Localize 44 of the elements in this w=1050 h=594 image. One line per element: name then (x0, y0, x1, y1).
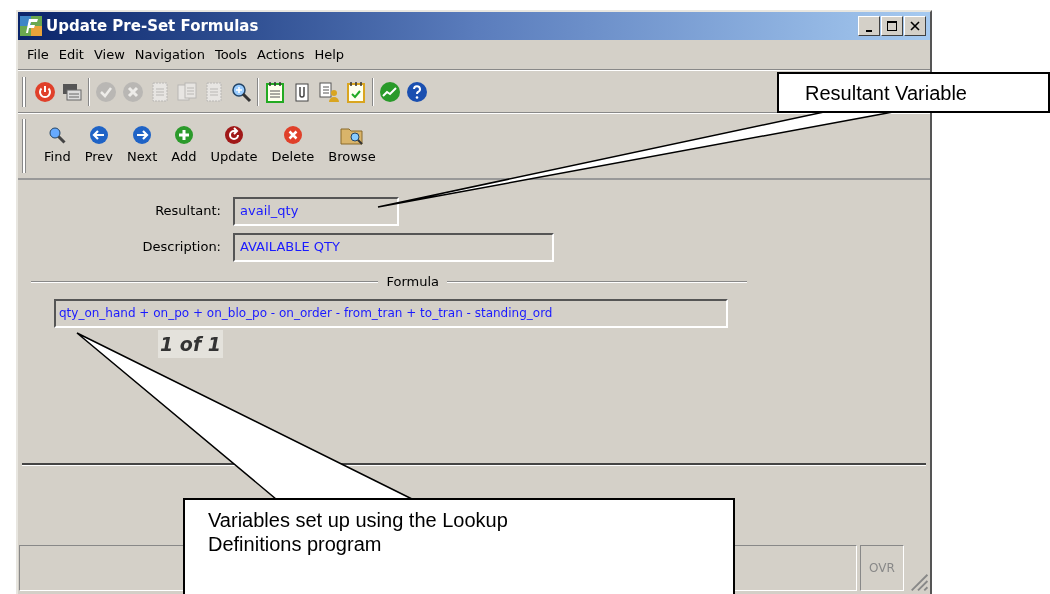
text-field[interactable]: AVAILABLE QTY (233, 232, 554, 262)
app-logo-icon (20, 16, 42, 36)
field-label: Description: (141, 238, 222, 257)
close-button[interactable] (904, 16, 926, 36)
toolbar-button[interactable]: Add (171, 125, 197, 167)
maximize-icon (887, 21, 897, 31)
toolbar-button[interactable]: Prev (84, 125, 113, 167)
status-indicator: OVR (860, 545, 904, 591)
section-heading: Formula (385, 273, 440, 291)
toolbar-button[interactable]: Browse (328, 125, 376, 167)
help-icon[interactable] (406, 80, 428, 103)
delete-icon (282, 125, 303, 146)
menu-item[interactable]: File (22, 44, 54, 65)
menu-item[interactable]: Help (309, 44, 350, 65)
toolbar-button[interactable]: Next (127, 125, 158, 167)
menu-item[interactable]: View (88, 44, 130, 65)
minimize-button[interactable] (858, 16, 880, 36)
calendar-icon[interactable] (345, 80, 367, 103)
notepad-icon[interactable] (264, 80, 286, 103)
minimize-icon (866, 29, 872, 32)
close-icon (910, 21, 920, 31)
search-icon (47, 125, 68, 146)
power-icon[interactable] (34, 80, 56, 103)
toolbar-button[interactable]: Update (210, 125, 258, 167)
folder-search-icon (339, 125, 364, 146)
zoom-icon[interactable] (230, 80, 252, 103)
callout-box: Resultant Variable (777, 72, 1050, 113)
menu-item[interactable]: Tools (209, 44, 252, 65)
plus-icon (173, 125, 194, 146)
user-document-icon[interactable] (318, 80, 340, 103)
toolbar-button[interactable]: Find (44, 125, 71, 167)
text-field[interactable]: avail_qty (233, 196, 399, 226)
refresh-icon (224, 125, 245, 146)
maximize-button[interactable] (881, 16, 903, 36)
menu-item[interactable]: Navigation (129, 44, 210, 65)
chart-icon[interactable] (379, 80, 401, 103)
toolbar-button[interactable]: Delete (271, 125, 315, 167)
menu-item[interactable]: Edit (53, 44, 89, 65)
callout-box: Variables set up using the Lookup Definitions program (183, 498, 735, 594)
field-label: Resultant: (154, 202, 222, 221)
menu-item[interactable]: Actions (251, 44, 310, 65)
record-counter: 1 of 1 (158, 329, 223, 358)
formula-field[interactable]: qty_on_hand + on_po + on_blo_po - on_order - from_tran + to_tran - standing_ord (54, 298, 728, 328)
window-title: Update Pre-Set Formulas (46, 15, 259, 37)
